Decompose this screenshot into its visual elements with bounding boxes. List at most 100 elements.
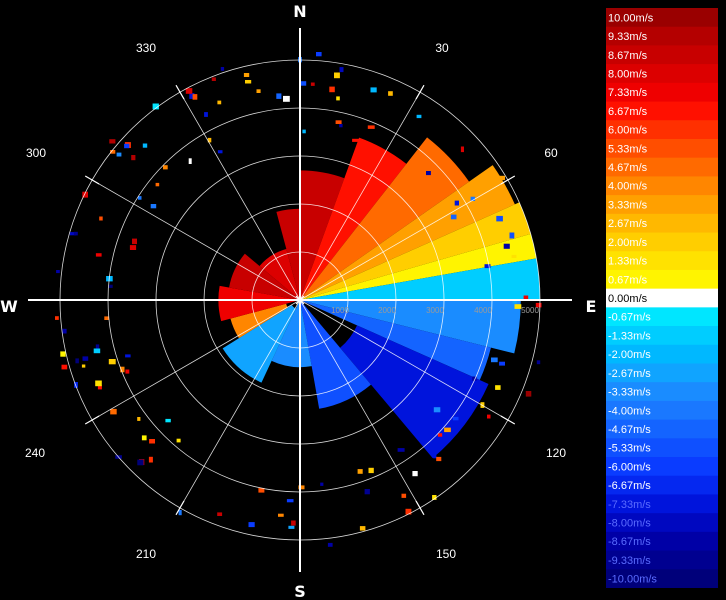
colorbar-label-30: -10.00m/s bbox=[608, 574, 657, 586]
scatter-return-7 bbox=[491, 357, 498, 363]
scatter-return-48 bbox=[450, 214, 457, 220]
range-label-1000: 1000 bbox=[331, 306, 349, 315]
compass-label-w: W bbox=[0, 297, 18, 316]
colorbar-label-26: -7.33m/s bbox=[608, 499, 651, 511]
scatter-return-44 bbox=[509, 232, 515, 239]
scatter-return-78 bbox=[320, 482, 324, 486]
scatter-return-112 bbox=[178, 510, 182, 516]
scatter-return-8 bbox=[62, 328, 67, 334]
scatter-return-115 bbox=[511, 254, 517, 258]
scatter-return-19 bbox=[185, 88, 193, 94]
colorbar-label-5: 6.67m/s bbox=[608, 106, 648, 118]
colorbar-label-20: -3.33m/s bbox=[608, 387, 651, 399]
scatter-return-56 bbox=[433, 407, 441, 413]
scatter-return-49 bbox=[327, 542, 333, 547]
scatter-return-124 bbox=[339, 67, 344, 73]
scatter-return-75 bbox=[220, 67, 225, 71]
colorbar-label-19: -2.67m/s bbox=[608, 368, 651, 380]
scatter-return-42 bbox=[339, 124, 343, 128]
scatter-return-3 bbox=[82, 356, 89, 361]
scatter-return-71 bbox=[370, 87, 377, 93]
colorbar-label-22: -4.67m/s bbox=[608, 424, 651, 436]
bearing-label-330: 330 bbox=[136, 41, 156, 55]
colorbar-label-18: -2.00m/s bbox=[608, 349, 651, 361]
scatter-return-38 bbox=[499, 361, 505, 366]
scatter-return-126 bbox=[137, 459, 144, 466]
scatter-return-29 bbox=[109, 139, 116, 144]
compass-label-s: S bbox=[294, 582, 306, 600]
colorbar-label-14: 0.67m/s bbox=[608, 274, 648, 286]
bearing-label-60: 60 bbox=[544, 146, 558, 160]
scatter-return-129 bbox=[75, 358, 79, 364]
range-label-2000: 2000 bbox=[378, 306, 396, 315]
colorbar-label-8: 4.67m/s bbox=[608, 162, 648, 174]
scatter-return-89 bbox=[116, 152, 122, 157]
scatter-return-113 bbox=[278, 513, 284, 517]
scatter-return-20 bbox=[108, 284, 113, 288]
scatter-return-18 bbox=[165, 418, 171, 423]
scatter-return-63 bbox=[217, 150, 223, 154]
bearing-tick-8 bbox=[84, 175, 100, 185]
colorbar-label-13: 1.33m/s bbox=[608, 256, 648, 268]
colorbar-label-1: 9.33m/s bbox=[608, 31, 648, 43]
bearing-spoke-10 bbox=[91, 179, 301, 301]
scatter-return-43 bbox=[310, 82, 315, 86]
scatter-return-123 bbox=[137, 417, 141, 421]
scatter-return-85 bbox=[352, 138, 359, 142]
radar-ppi-plot: N E S W 30 60 120 150 210 240 300 330 10… bbox=[0, 2, 596, 600]
colorbar-label-7: 5.33m/s bbox=[608, 143, 648, 155]
scatter-return-58 bbox=[129, 245, 137, 250]
scatter-return-60 bbox=[163, 165, 168, 170]
scatter-return-46 bbox=[367, 125, 375, 129]
scatter-return-33 bbox=[525, 391, 532, 397]
colorbar-label-28: -8.67m/s bbox=[608, 536, 651, 548]
bearing-tick-9 bbox=[175, 84, 185, 100]
colorbar-label-4: 7.33m/s bbox=[608, 87, 648, 99]
colorbar-label-21: -4.00m/s bbox=[608, 405, 651, 417]
colorbar-label-11: 2.67m/s bbox=[608, 218, 648, 230]
scatter-return-96 bbox=[124, 143, 130, 149]
scatter-return-51 bbox=[192, 94, 198, 100]
scatter-return-97 bbox=[436, 456, 442, 462]
scatter-return-69 bbox=[176, 438, 181, 443]
scatter-return-76 bbox=[211, 77, 216, 81]
velocity-colorbar: 10.00m/s 9.33m/s 8.67m/s 8.00m/s 7.33m/s 6.67… bbox=[606, 8, 718, 588]
scatter-return-22 bbox=[125, 369, 130, 374]
colorbar-label-23: -5.33m/s bbox=[608, 443, 651, 455]
scatter-return-45 bbox=[401, 493, 407, 498]
compass-label-n: N bbox=[293, 2, 306, 21]
colorbar-label-17: -1.33m/s bbox=[608, 330, 651, 342]
colorbar-label-24: -6.00m/s bbox=[608, 461, 651, 473]
scatter-return-70 bbox=[148, 456, 153, 463]
range-label-5000: 5000 bbox=[521, 306, 539, 315]
scatter-return-61 bbox=[496, 215, 503, 222]
scatter-return-103 bbox=[426, 171, 431, 176]
scatter-return-127 bbox=[56, 270, 60, 274]
scatter-return-13 bbox=[359, 526, 366, 531]
scatter-return-21 bbox=[300, 81, 307, 86]
colorbar-label-10: 3.33m/s bbox=[608, 199, 648, 211]
scatter-return-26 bbox=[503, 243, 510, 249]
scatter-return-52 bbox=[243, 73, 250, 77]
colorbar-label-27: -8.00m/s bbox=[608, 518, 651, 530]
scatter-return-50 bbox=[302, 129, 306, 134]
scatter-return-109 bbox=[536, 360, 541, 365]
scatter-return-77 bbox=[336, 96, 340, 101]
scatter-return-28 bbox=[460, 146, 464, 153]
scatter-return-23 bbox=[188, 158, 192, 164]
bearing-tick-3 bbox=[500, 415, 516, 425]
scatter-return-79 bbox=[149, 439, 155, 444]
bearing-label-30: 30 bbox=[435, 41, 449, 55]
bearing-tick-6 bbox=[84, 415, 100, 425]
scatter-return-93 bbox=[498, 175, 505, 181]
scatter-return-119 bbox=[150, 204, 157, 209]
bearing-label-300: 300 bbox=[26, 146, 46, 160]
scatter-return-54 bbox=[110, 408, 117, 415]
scatter-return-25 bbox=[256, 89, 261, 93]
scatter-return-100 bbox=[495, 385, 501, 390]
scatter-return-114 bbox=[61, 364, 68, 370]
scatter-return-74 bbox=[155, 182, 160, 187]
colorbar-label-29: -9.33m/s bbox=[608, 555, 651, 567]
scatter-return-82 bbox=[388, 91, 393, 96]
scatter-return-59 bbox=[93, 348, 101, 354]
